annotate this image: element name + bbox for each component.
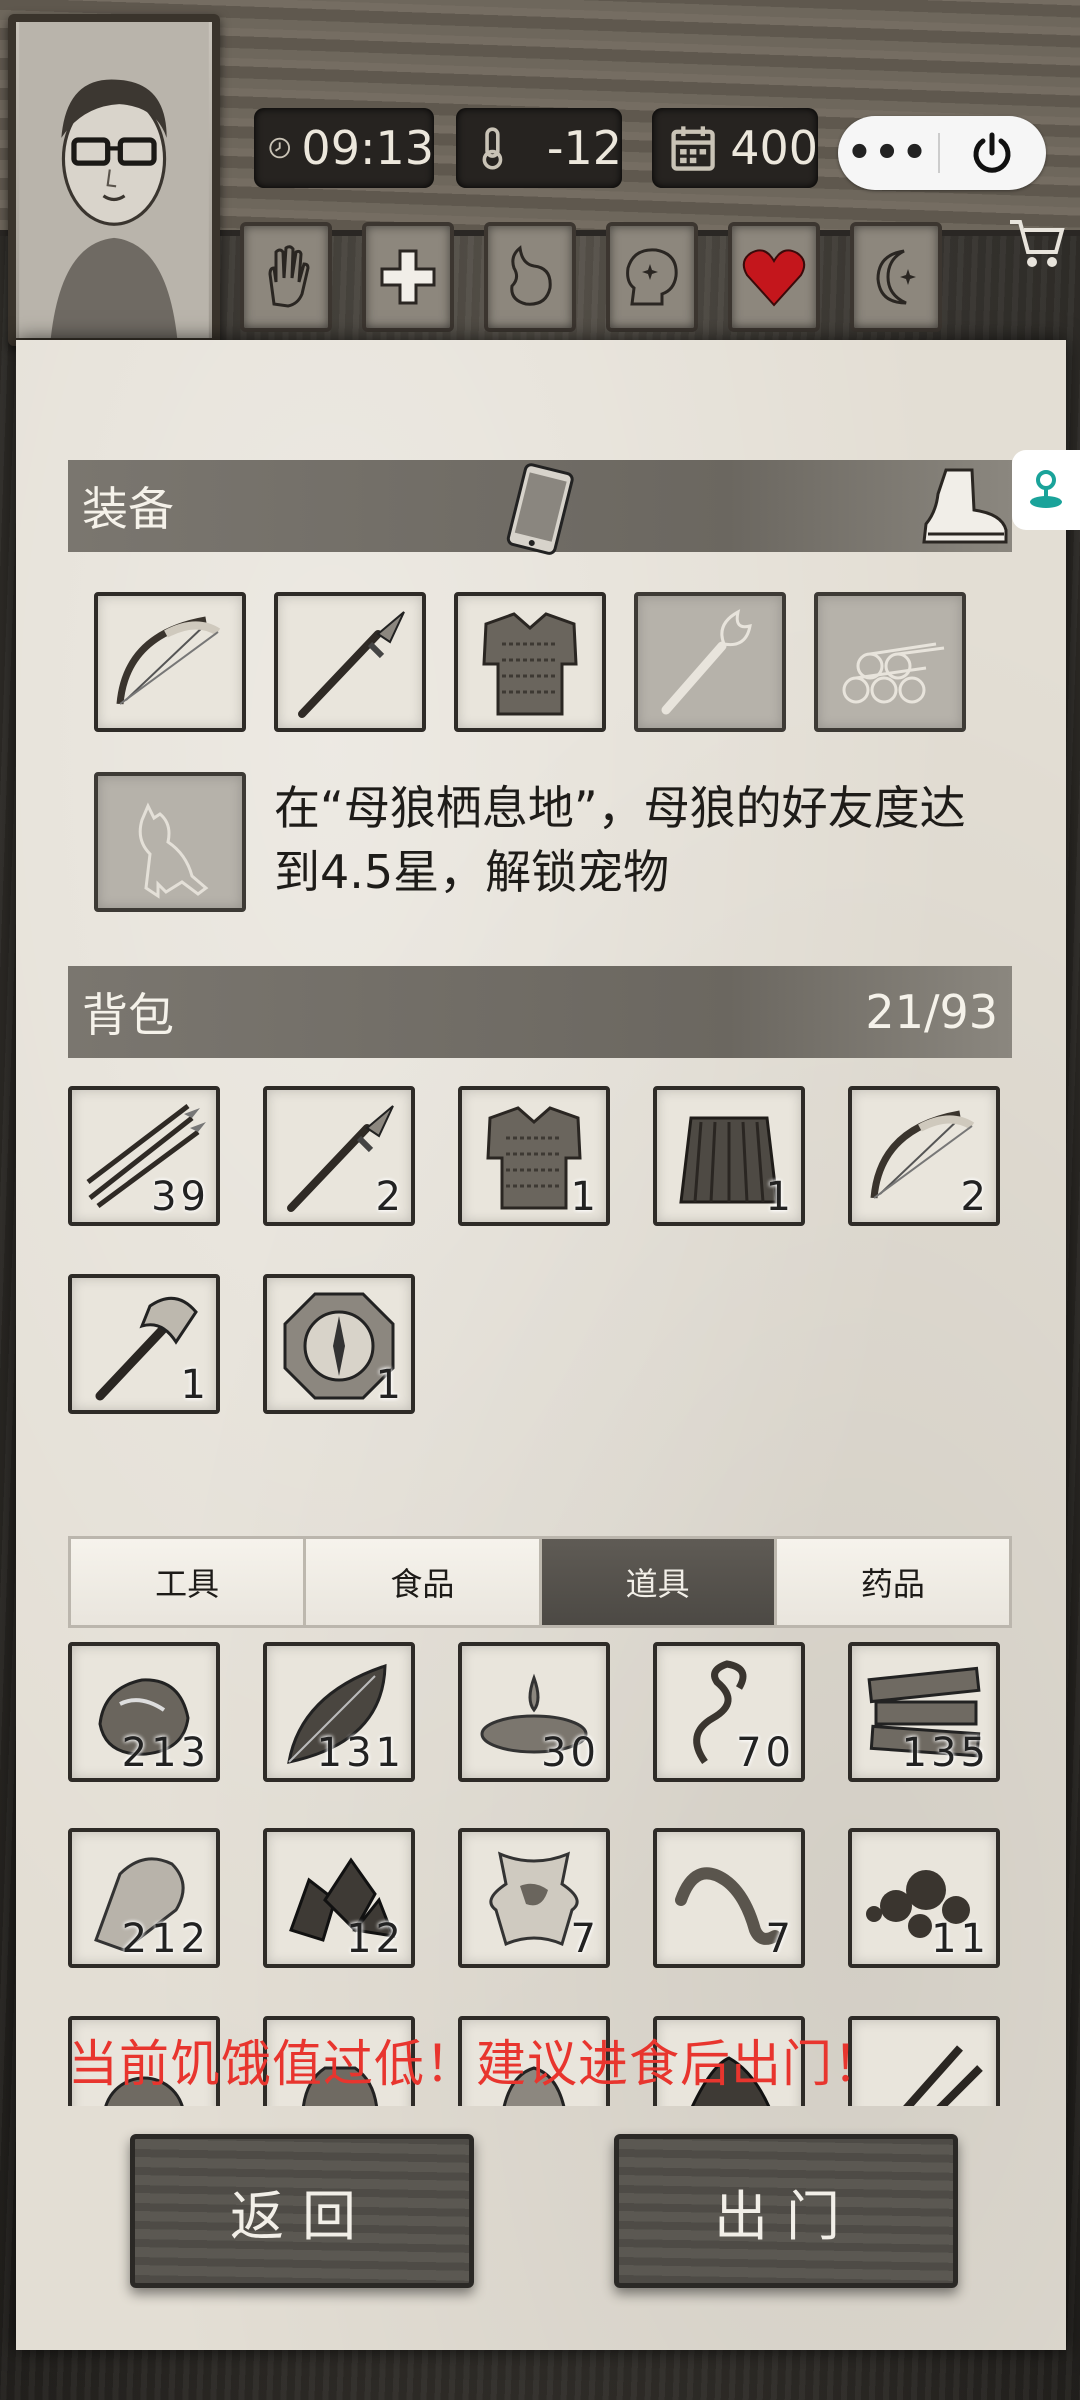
stomach-status[interactable]: [484, 222, 576, 332]
storage-item-stone[interactable]: 213: [68, 1642, 220, 1782]
boot-icon[interactable]: [916, 464, 1012, 550]
backpack-title: 背包: [82, 988, 174, 1042]
back-button[interactable]: 返回: [130, 2134, 474, 2288]
heart-status[interactable]: [728, 222, 820, 332]
storage-item-leaf[interactable]: 131: [263, 1642, 415, 1782]
temperature-display: -12: [456, 108, 622, 188]
item-count: 213: [121, 1730, 210, 1776]
equip-slot-torch[interactable]: [634, 592, 786, 732]
shop-cart-icon[interactable]: [1006, 212, 1066, 272]
medical-cross-icon: [380, 249, 436, 305]
backpack-item-axe[interactable]: 1: [68, 1274, 220, 1414]
days-display: 400: [652, 108, 818, 188]
backpack-item-grass-skirt[interactable]: 1: [653, 1086, 805, 1226]
time-display: 09:13: [254, 108, 434, 188]
floating-assist-button[interactable]: [1012, 450, 1080, 530]
power-icon: [973, 132, 1011, 173]
spear-icon: [298, 611, 405, 718]
chainmail-vest-icon: [482, 612, 578, 716]
item-count: 2: [960, 1174, 990, 1220]
torch-icon: [661, 609, 752, 715]
backpack-item-spear[interactable]: 2: [263, 1086, 415, 1226]
health-status[interactable]: [362, 222, 454, 332]
item-count: 1: [375, 1362, 405, 1408]
equipment-title: 装备: [82, 482, 174, 536]
close-button[interactable]: [940, 129, 1044, 177]
storage-item-flint[interactable]: 212: [68, 1828, 220, 1968]
storage-item-tar[interactable]: 11: [848, 1828, 1000, 1968]
logs-icon: [842, 642, 945, 704]
item-count: 12: [346, 1916, 405, 1962]
clock-icon: [269, 137, 291, 159]
equip-slot-logs[interactable]: [814, 592, 966, 732]
heart-icon: [742, 249, 806, 307]
tab-food[interactable]: 食品: [306, 1539, 542, 1625]
pin-icon: [1030, 470, 1062, 508]
storage-item-water[interactable]: 30: [458, 1642, 610, 1782]
item-count: 70: [736, 1730, 795, 1776]
item-count: 212: [121, 1916, 210, 1962]
wolf-icon: [138, 802, 209, 899]
hand-icon: [268, 245, 310, 308]
bow-icon: [116, 616, 221, 705]
item-count: 30: [541, 1730, 600, 1776]
storage-item-vine[interactable]: 70: [653, 1642, 805, 1782]
item-count: 131: [316, 1730, 405, 1776]
hand-status[interactable]: [240, 222, 332, 332]
tab-tools[interactable]: 工具: [71, 1539, 307, 1625]
equip-slot-chainmail-vest[interactable]: [454, 592, 606, 732]
item-count: 7: [765, 1916, 795, 1962]
player-portrait[interactable]: [8, 14, 220, 346]
hunger-warning: 当前饥饿值过低！建议进食后出门！: [68, 2035, 884, 2093]
item-count: 1: [570, 1174, 600, 1220]
sleep-status[interactable]: [850, 222, 942, 332]
more-menu-button[interactable]: •••: [838, 130, 938, 176]
mind-status[interactable]: [606, 222, 698, 332]
time-value: 09:13: [301, 121, 434, 175]
backpack-capacity: 21/93: [865, 985, 998, 1039]
item-count: 2: [375, 1174, 405, 1220]
tab-medicine[interactable]: 药品: [776, 1539, 1009, 1625]
equipment-header: 装备: [68, 460, 1012, 555]
brain-icon: [626, 248, 678, 306]
backpack-header: 背包 21/93: [68, 966, 1012, 1058]
backpack-item-arrows[interactable]: 39: [68, 1086, 220, 1226]
storage-item-worm[interactable]: 7: [653, 1828, 805, 1968]
category-tabs: 工具 食品 道具 药品: [68, 1536, 1012, 1628]
item-count: 135: [901, 1730, 990, 1776]
backpack-item-bow[interactable]: 2: [848, 1086, 1000, 1226]
pet-unlock-hint: 在“母狼栖息地”，母狼的好友度达到4.5星，解锁宠物: [274, 781, 966, 899]
stomach-icon: [510, 245, 552, 306]
item-count: 7: [570, 1916, 600, 1962]
tab-items[interactable]: 道具: [541, 1539, 777, 1625]
temperature-value: -12: [546, 121, 622, 175]
status-icons: [240, 222, 942, 332]
storage-item-animal-hide[interactable]: 7: [458, 1828, 610, 1968]
item-count: 1: [765, 1174, 795, 1220]
item-count: 39: [151, 1174, 210, 1220]
phone-icon[interactable]: [498, 462, 582, 558]
calendar-icon: [671, 126, 715, 171]
equip-slot-spear[interactable]: [274, 592, 426, 732]
item-count: 11: [931, 1916, 990, 1962]
equip-slot-bow[interactable]: [94, 592, 246, 732]
backpack-item-compass[interactable]: 1: [263, 1274, 415, 1414]
storage-item-wood-planks[interactable]: 135: [848, 1642, 1000, 1782]
pet-slot[interactable]: [94, 772, 246, 912]
days-value: 400: [730, 121, 818, 175]
avatar: [19, 22, 209, 338]
thermometer-icon: [482, 127, 503, 170]
backpack-item-chainmail-vest[interactable]: 1: [458, 1086, 610, 1226]
go-out-button[interactable]: 出门: [614, 2134, 958, 2288]
moon-icon: [876, 249, 916, 305]
miniprogram-capsule: •••: [838, 116, 1046, 190]
storage-item-ore[interactable]: 12: [263, 1828, 415, 1968]
item-count: 1: [180, 1362, 210, 1408]
